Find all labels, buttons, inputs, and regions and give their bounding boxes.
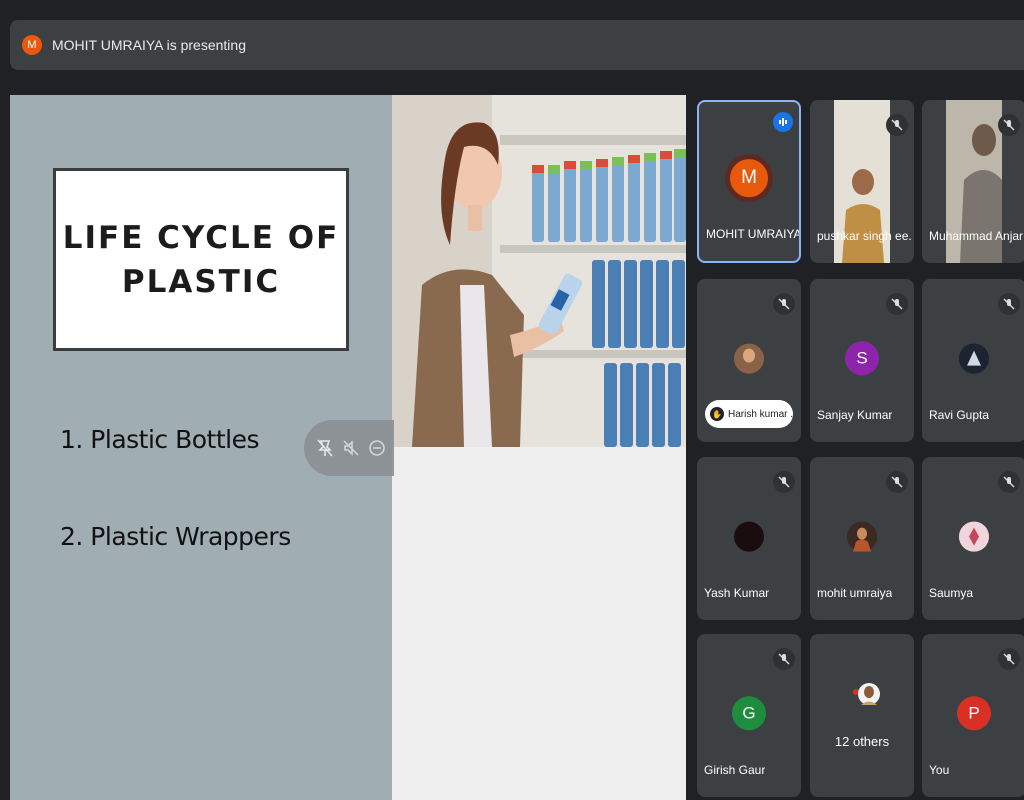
participant-tile-mohit-umraiya[interactable]: M MOHIT UMRAIYA (697, 100, 801, 263)
slide-point-2: 2. Plastic Wrappers (60, 522, 291, 551)
mic-off-icon (998, 471, 1020, 493)
mic-off-icon (886, 114, 908, 136)
participant-name: Saumya (929, 586, 974, 600)
presenter-avatar: M (22, 35, 42, 55)
avatar: G (732, 695, 766, 730)
participant-name: You (929, 763, 950, 777)
avatar (734, 521, 764, 552)
slide-point-1: 1. Plastic Bottles (60, 425, 260, 454)
participant-name: mohit umraiya (817, 586, 893, 600)
hand-raised-icon: ✋ (710, 407, 724, 421)
mic-off-icon (773, 648, 795, 670)
participant-name: Sanjay Kumar (817, 408, 893, 422)
mic-off-icon (998, 648, 1020, 670)
participant-tile-pushkar[interactable]: pushkar singh ee... (810, 100, 914, 263)
participant-tile-ravi-gupta[interactable]: Ravi Gupta (922, 279, 1024, 442)
avatar (959, 521, 989, 552)
participant-tile-muhammad-anjar[interactable]: Muhammad Anjar (922, 100, 1024, 263)
avatar (734, 343, 764, 374)
avatar: M (725, 153, 773, 202)
participant-tile-others[interactable]: 12 others (810, 634, 914, 797)
mic-off-icon (886, 471, 908, 493)
participant-name: pushkar singh ee... (817, 229, 911, 243)
slide-title-box: LIFE CYCLE OF PLASTIC (53, 168, 349, 351)
mic-off-icon (773, 293, 795, 315)
speaking-indicator-icon (773, 112, 793, 132)
participant-name: Girish Gaur (704, 763, 766, 777)
mic-off-icon (998, 114, 1020, 136)
participant-name: MOHIT UMRAIYA (706, 227, 800, 241)
pin-icon[interactable] (315, 438, 335, 458)
woman-shopping-water-bottles-photo (392, 95, 686, 447)
others-avatars (842, 680, 882, 710)
participant-tile-mohit-umraiya-2[interactable]: mohit umraiya (810, 457, 914, 620)
avatar: S (845, 340, 879, 375)
participant-name: Harish kumar ... (728, 408, 793, 420)
presenting-text: MOHIT UMRAIYA is presenting (52, 37, 246, 53)
participant-name: Ravi Gupta (929, 408, 990, 422)
avatar (959, 343, 989, 374)
presentation-stage: LIFE CYCLE OF PLASTIC 1. Plastic Bottles… (10, 95, 686, 800)
participant-tile-girish-gaur[interactable]: G Girish Gaur (697, 634, 801, 797)
participant-tile-harish[interactable]: ✋ Harish kumar ... (697, 279, 801, 442)
participant-tile-saumya[interactable]: Saumya (922, 457, 1024, 620)
mic-off-icon (998, 293, 1020, 315)
others-count: 12 others (834, 734, 890, 749)
presenting-banner: M MOHIT UMRAIYA is presenting (10, 20, 1024, 70)
mic-off-icon (773, 471, 795, 493)
avatar: P (957, 695, 991, 730)
slide-title: LIFE CYCLE OF PLASTIC (62, 219, 340, 300)
mute-icon[interactable] (341, 438, 361, 458)
participant-tile-yash-kumar[interactable]: Yash Kumar (697, 457, 801, 620)
presentation-controls (304, 420, 394, 476)
participant-tile-you[interactable]: P You (922, 634, 1024, 797)
hand-raised-name-pill: ✋ Harish kumar ... (705, 400, 793, 428)
participant-name: Muhammad Anjar (929, 229, 1023, 243)
more-icon[interactable] (367, 438, 387, 458)
avatar (847, 521, 877, 552)
participant-tile-sanjay-kumar[interactable]: S Sanjay Kumar (810, 279, 914, 442)
mic-off-icon (886, 293, 908, 315)
participant-name: Yash Kumar (704, 586, 770, 600)
